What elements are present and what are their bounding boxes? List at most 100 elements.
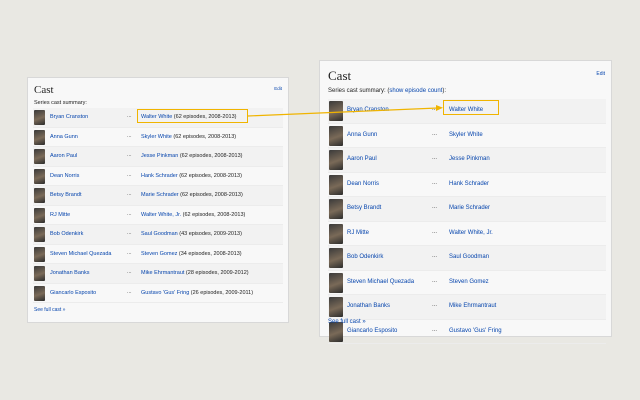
character-cell: Mike Ehrmantraut (28 episodes, 2009-2012… [141,270,249,276]
cast-title: Cast [34,84,54,96]
actor-name-link[interactable]: Jonathan Banks [50,270,89,276]
cast-row: Steven Michael Quezada... Steven Gomez (3… [33,245,283,264]
edit-link[interactable]: Edit [596,71,605,77]
actor-photo[interactable] [329,125,343,146]
cast-row: Dean Norris... Hank Schrader (62 episodes… [33,167,283,186]
episode-count: (26 episodes, 2009-2011) [189,289,254,296]
highlight-box-before [137,109,248,123]
actor-name-link[interactable]: Aaron Paul [347,156,377,162]
character-name-link[interactable]: Gustavo 'Gus' Fring [449,328,502,334]
edit-link[interactable]: Edit [274,86,282,91]
character-name-link[interactable]: Hank Schrader [141,173,178,179]
row-separator-dots: ... [432,253,438,259]
actor-photo[interactable] [34,129,45,145]
cast-row: RJ Mitte... Walter White, Jr. (62 episode… [33,206,283,225]
character-cell: Jesse Pinkman (62 episodes, 2008-2013) [141,153,243,159]
actor-photo[interactable] [34,266,45,281]
character-name-link[interactable]: Steven Gomez [141,251,177,257]
actor-name-link[interactable]: Betsy Brandt [347,205,381,211]
cast-row: RJ Mitte... Walter White, Jr. [328,222,606,246]
actor-name-link[interactable]: Giancarlo Esposito [347,328,397,334]
character-cell: Marie Schrader (62 episodes, 2008-2013) [141,192,243,198]
actor-name-link[interactable]: Bob Odenkirk [347,254,383,260]
actor-photo[interactable] [329,150,343,170]
character-name-link[interactable]: Walter White, Jr. [141,212,181,218]
cast-summary-label: Series cast summary: [34,100,87,106]
character-cell: Skyler White (62 episodes, 2008-2013) [141,134,236,140]
actor-name-link[interactable]: Anna Gunn [50,134,78,140]
character-name-link[interactable]: Hank Schrader [449,181,489,187]
character-name-link[interactable]: Gustavo 'Gus' Fring [141,290,189,296]
row-separator-dots: ... [432,106,438,112]
actor-name-link[interactable]: Giancarlo Esposito [50,290,96,296]
actor-photo[interactable] [329,272,343,293]
actor-photo[interactable] [329,174,343,195]
cast-row: Betsy Brandt... Marie Schrader (62 episod… [33,186,283,206]
actor-name-link[interactable]: Bryan Cranston [347,107,389,113]
character-cell: Hank Schrader (62 episodes, 2008-2013) [141,173,242,179]
character-name-link[interactable]: Walter White, Jr. [449,230,493,236]
actor-photo[interactable] [34,207,45,223]
actor-name-link[interactable]: Anna Gunn [347,132,377,138]
cast-row: Anna Gunn... Skyler White (62 episodes, 2… [33,128,283,147]
actor-name-link[interactable]: Bryan Cranston [50,114,88,120]
show-episode-count-link[interactable]: show episode count [389,88,442,94]
character-name-link[interactable]: Jesse Pinkman [449,156,490,162]
character-cell: Jesse Pinkman [449,156,490,162]
cast-row: Bob Odenkirk... Saul Goodman [328,246,606,271]
actor-photo[interactable] [34,149,45,164]
episode-count: (43 episodes, 2009-2013) [177,231,242,237]
actor-name-link[interactable]: RJ Mitte [50,212,70,218]
character-name-link[interactable]: Skyler White [449,132,483,138]
episode-count: (62 episodes, 2008-2013) [171,133,237,140]
actor-photo[interactable] [34,168,45,184]
actor-photo[interactable] [329,199,343,219]
cast-row: Jonathan Banks... Mike Ehrmantraut (28 ep… [33,264,283,284]
actor-photo[interactable] [329,248,343,268]
row-separator-dots: ... [432,302,438,308]
character-name-link[interactable]: Skyler White [141,134,172,140]
character-name-link[interactable]: Marie Schrader [141,192,179,198]
actor-name-link[interactable]: Dean Norris [347,181,379,187]
row-separator-dots: ... [432,204,438,210]
cast-row: Anna Gunn... Skyler White [328,124,606,148]
character-name-link[interactable]: Marie Schrader [449,205,490,211]
character-name-link[interactable]: Mike Ehrmantraut [141,270,184,276]
character-name-link[interactable]: Saul Goodman [141,231,178,237]
actor-name-link[interactable]: Bob Odenkirk [50,231,83,237]
actor-name-link[interactable]: Jonathan Banks [347,303,390,309]
actor-photo[interactable] [34,246,45,262]
actor-name-link[interactable]: Betsy Brandt [50,192,82,198]
cast-row: Aaron Paul... Jesse Pinkman (62 episodes,… [33,147,283,167]
actor-name-link[interactable]: Dean Norris [50,173,79,179]
actor-photo[interactable] [34,285,45,301]
character-name-link[interactable]: Saul Goodman [449,254,489,260]
see-full-cast-link[interactable]: See full cast » [328,319,366,325]
see-full-cast-link[interactable]: See full cast » [34,307,65,313]
cast-title: Cast [328,68,352,83]
actor-name-link[interactable]: Steven Michael Quezada [347,279,414,285]
actor-photo[interactable] [34,188,45,203]
character-cell: Steven Gomez [449,279,489,285]
episode-count: (34 episodes, 2008-2013) [177,250,242,257]
character-cell: Saul Goodman [449,254,489,260]
actor-photo[interactable] [34,110,45,125]
character-name-link[interactable]: Mike Ehrmantraut [449,303,496,309]
row-separator-dots: ... [127,249,132,256]
cast-summary-prefix: Series cast summary: ( [328,88,390,94]
actor-photo[interactable] [34,227,45,242]
character-name-link[interactable]: Jesse Pinkman [141,153,178,159]
actor-photo[interactable] [329,223,343,244]
actor-name-link[interactable]: Aaron Paul [50,153,77,159]
cast-summary-label: Series cast summary: (show episode count… [328,88,446,94]
row-separator-dots: ... [432,179,438,186]
actor-name-link[interactable]: Steven Michael Quezada [50,251,111,257]
actor-name-link[interactable]: RJ Mitte [347,230,369,236]
episode-count: (28 episodes, 2009-2012) [184,270,249,276]
actor-photo[interactable] [329,297,343,317]
character-cell: Walter White, Jr. [449,230,493,236]
row-separator-dots: ... [127,269,132,275]
actor-photo[interactable] [329,101,343,121]
character-name-link[interactable]: Steven Gomez [449,279,489,285]
row-separator-dots: ... [127,191,132,197]
